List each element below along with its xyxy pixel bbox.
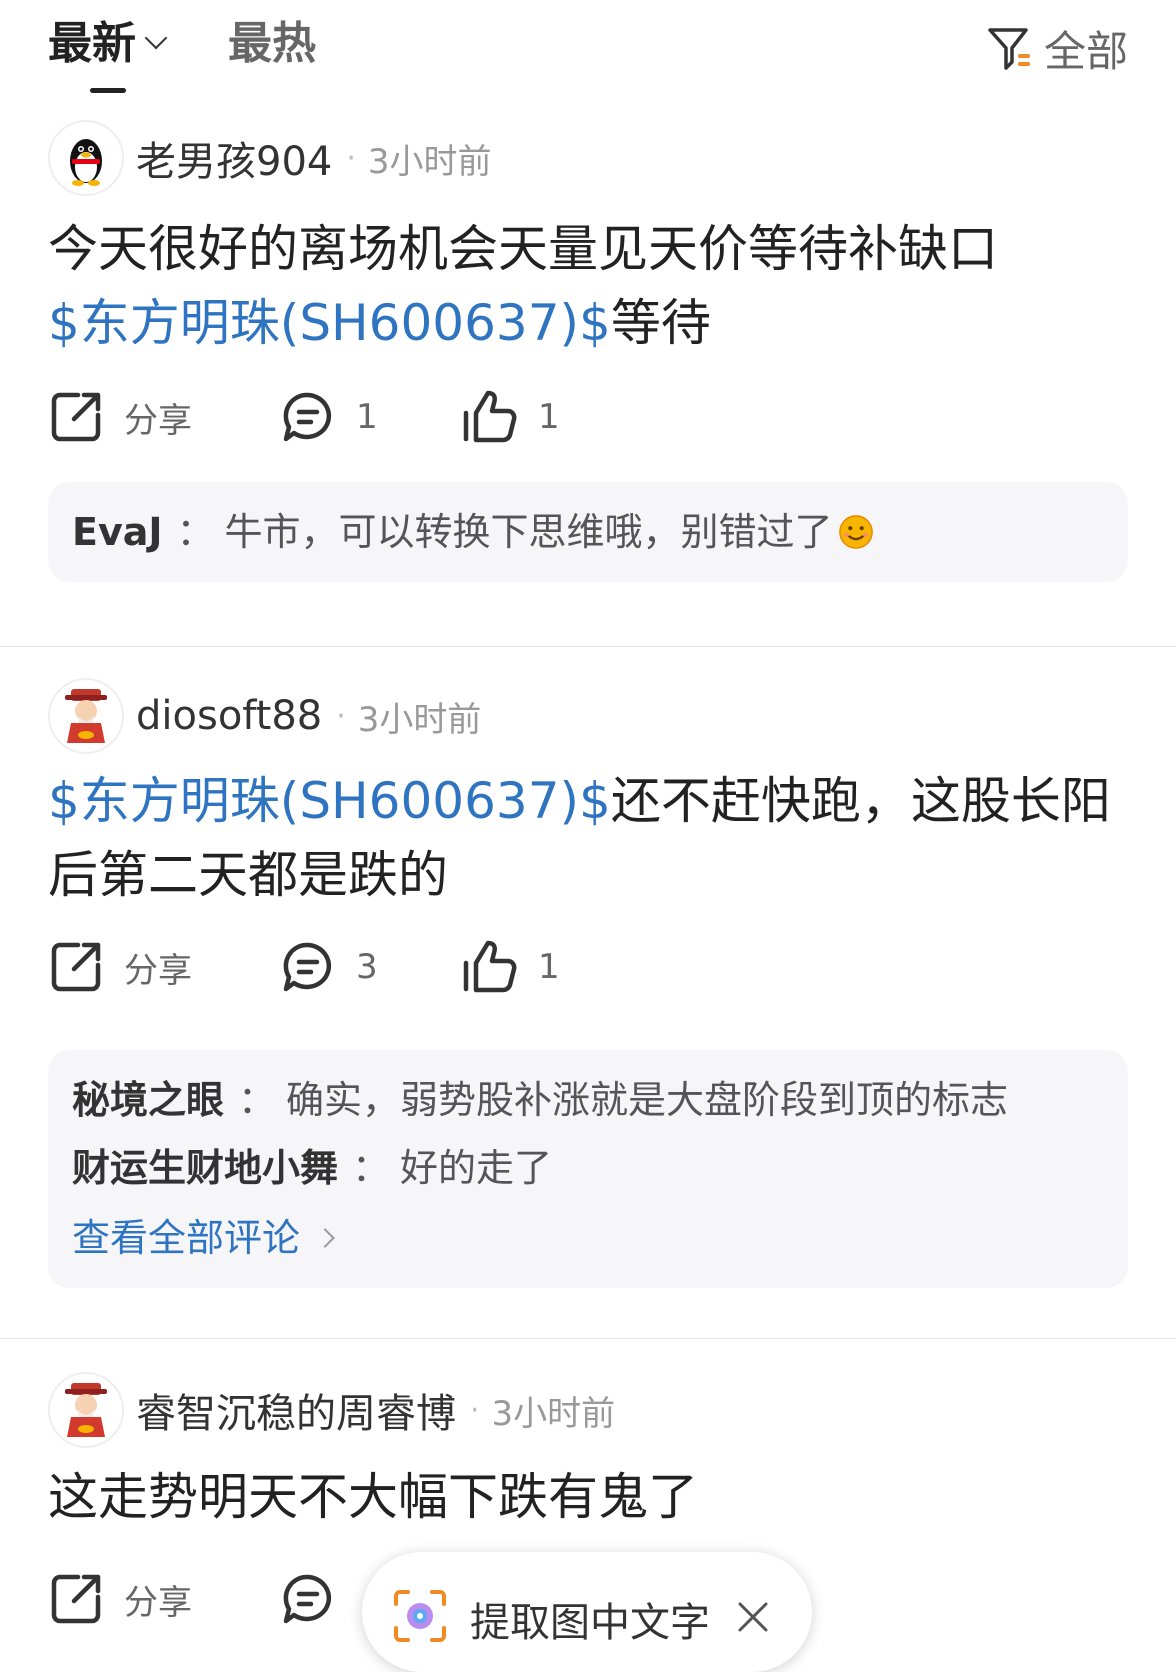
like-icon <box>463 940 517 993</box>
post-text: 这走势明天不大幅下跌有鬼了 <box>48 1468 698 1526</box>
comment-icon <box>283 392 332 442</box>
separator-dot: · <box>336 698 346 734</box>
filter-button[interactable]: 全部 <box>986 18 1128 79</box>
comment-icon <box>283 1574 332 1624</box>
divider <box>0 1338 1176 1339</box>
username[interactable]: 睿智沉稳的周睿博 <box>136 1381 456 1439</box>
post-time: 3小时前 <box>367 141 492 182</box>
comment-icon <box>283 942 332 992</box>
share-label: 分享 <box>124 1582 192 1623</box>
fortune-god-avatar-icon <box>65 689 107 743</box>
post-body[interactable]: 这走势明天不大幅下跌有鬼了 <box>48 1460 1128 1534</box>
see-all-label: 查看全部评论 <box>72 1216 301 1260</box>
share-button[interactable]: 分享 <box>48 932 192 1002</box>
separator-dot: · <box>470 1392 480 1428</box>
post-actions: 分享 3 1 <box>48 932 748 1002</box>
comment-button[interactable]: 1 <box>280 382 378 452</box>
comment-count: 1 <box>356 397 378 437</box>
comment-count: 3 <box>356 947 378 987</box>
separator-dot: · <box>346 140 356 176</box>
share-icon <box>51 1574 101 1624</box>
username[interactable]: 老男孩904 <box>136 129 332 187</box>
post-body[interactable]: $东方明珠(SH600637)$还不赶快跑，这股长阳后第二天都是跌的 <box>48 764 1128 912</box>
comment-author[interactable]: EvaJ <box>72 510 163 554</box>
sort-tabs: 最新 最热 全部 <box>0 0 1176 110</box>
see-all-comments-link[interactable]: 查看全部评论 <box>72 1210 335 1266</box>
fortune-god-avatar-icon <box>65 1383 107 1437</box>
post-author[interactable]: 睿智沉稳的周睿博 · 3小时前 <box>48 1372 615 1448</box>
share-icon <box>51 392 101 442</box>
chevron-down-icon <box>144 26 168 50</box>
smile-emoji-icon <box>838 515 873 549</box>
post-text: 今天很好的离场机会天量见天价等待补缺口 <box>48 220 998 278</box>
comment-line: 秘境之眼：确实，弱势股补涨就是大盘阶段到顶的标志 <box>72 1078 1009 1122</box>
stock-link[interactable]: $东方明珠(SH600637)$ <box>48 294 611 352</box>
tab-latest[interactable]: 最新 <box>48 14 168 74</box>
comment-line: 财运生财地小舞：好的走了 <box>72 1146 553 1190</box>
comment-text: 牛市，可以转换下思维哦，别错过了 <box>224 510 833 554</box>
share-button[interactable]: 分享 <box>48 1564 192 1634</box>
comment-line: EvaJ：牛市，可以转换下思维哦，别错过了 <box>72 504 875 560</box>
post-item: 老男孩904 · 3小时前 今天很好的离场机会天量见天价等待补缺口 $东方明珠(… <box>0 120 1176 616</box>
filter-label: 全部 <box>1043 27 1128 76</box>
comment-button[interactable]: 3 <box>280 932 378 1002</box>
penguin-avatar-icon <box>70 139 102 186</box>
tab-hot[interactable]: 最热 <box>228 14 316 74</box>
share-button[interactable]: 分享 <box>48 382 192 452</box>
share-icon <box>51 942 101 992</box>
username[interactable]: diosoft88 <box>136 693 322 739</box>
avatar[interactable] <box>48 120 124 196</box>
post-item: diosoft88 · 3小时前 $东方明珠(SH600637)$还不赶快跑，这… <box>0 678 1176 1298</box>
filter-icon <box>988 27 1030 70</box>
post-author[interactable]: 老男孩904 · 3小时前 <box>48 120 492 196</box>
post-author[interactable]: diosoft88 · 3小时前 <box>48 678 481 754</box>
share-label: 分享 <box>124 400 192 441</box>
post-actions: 分享 1 1 <box>48 382 748 452</box>
like-icon <box>463 390 517 443</box>
comment-preview[interactable]: 秘境之眼：确实，弱势股补涨就是大盘阶段到顶的标志 财运生财地小舞：好的走了 查看… <box>48 1050 1128 1288</box>
extract-text-button[interactable]: 提取图中文字 <box>362 1552 812 1672</box>
comment-button[interactable] <box>280 1564 336 1634</box>
avatar[interactable] <box>48 1372 124 1448</box>
like-button[interactable]: 1 <box>462 932 560 1002</box>
comment-author[interactable]: 秘境之眼 <box>72 1078 224 1122</box>
like-count: 1 <box>538 947 560 987</box>
chevron-right-icon <box>315 1228 335 1248</box>
extract-text-label: 提取图中文字 <box>470 1600 710 1646</box>
comment-author[interactable]: 财运生财地小舞 <box>72 1146 338 1190</box>
post-body[interactable]: 今天很好的离场机会天量见天价等待补缺口 $东方明珠(SH600637)$等待 <box>48 212 1128 360</box>
active-tab-indicator <box>90 88 126 93</box>
divider <box>0 646 1176 647</box>
ocr-scan-icon <box>394 1590 446 1642</box>
share-label: 分享 <box>124 950 192 991</box>
comment-preview[interactable]: EvaJ：牛市，可以转换下思维哦，别错过了 <box>48 482 1128 582</box>
post-text: 等待 <box>610 294 711 352</box>
post-time: 3小时前 <box>357 699 482 740</box>
like-count: 1 <box>538 397 560 437</box>
tab-latest-label: 最新 <box>48 18 136 69</box>
like-button[interactable]: 1 <box>462 382 560 452</box>
post-time: 3小时前 <box>491 1393 616 1434</box>
stock-link[interactable]: $东方明珠(SH600637)$ <box>48 772 611 830</box>
close-icon[interactable] <box>736 1600 770 1634</box>
comment-text: 好的走了 <box>400 1146 553 1190</box>
comment-text: 确实，弱势股补涨就是大盘阶段到顶的标志 <box>286 1078 1009 1122</box>
avatar[interactable] <box>48 678 124 754</box>
